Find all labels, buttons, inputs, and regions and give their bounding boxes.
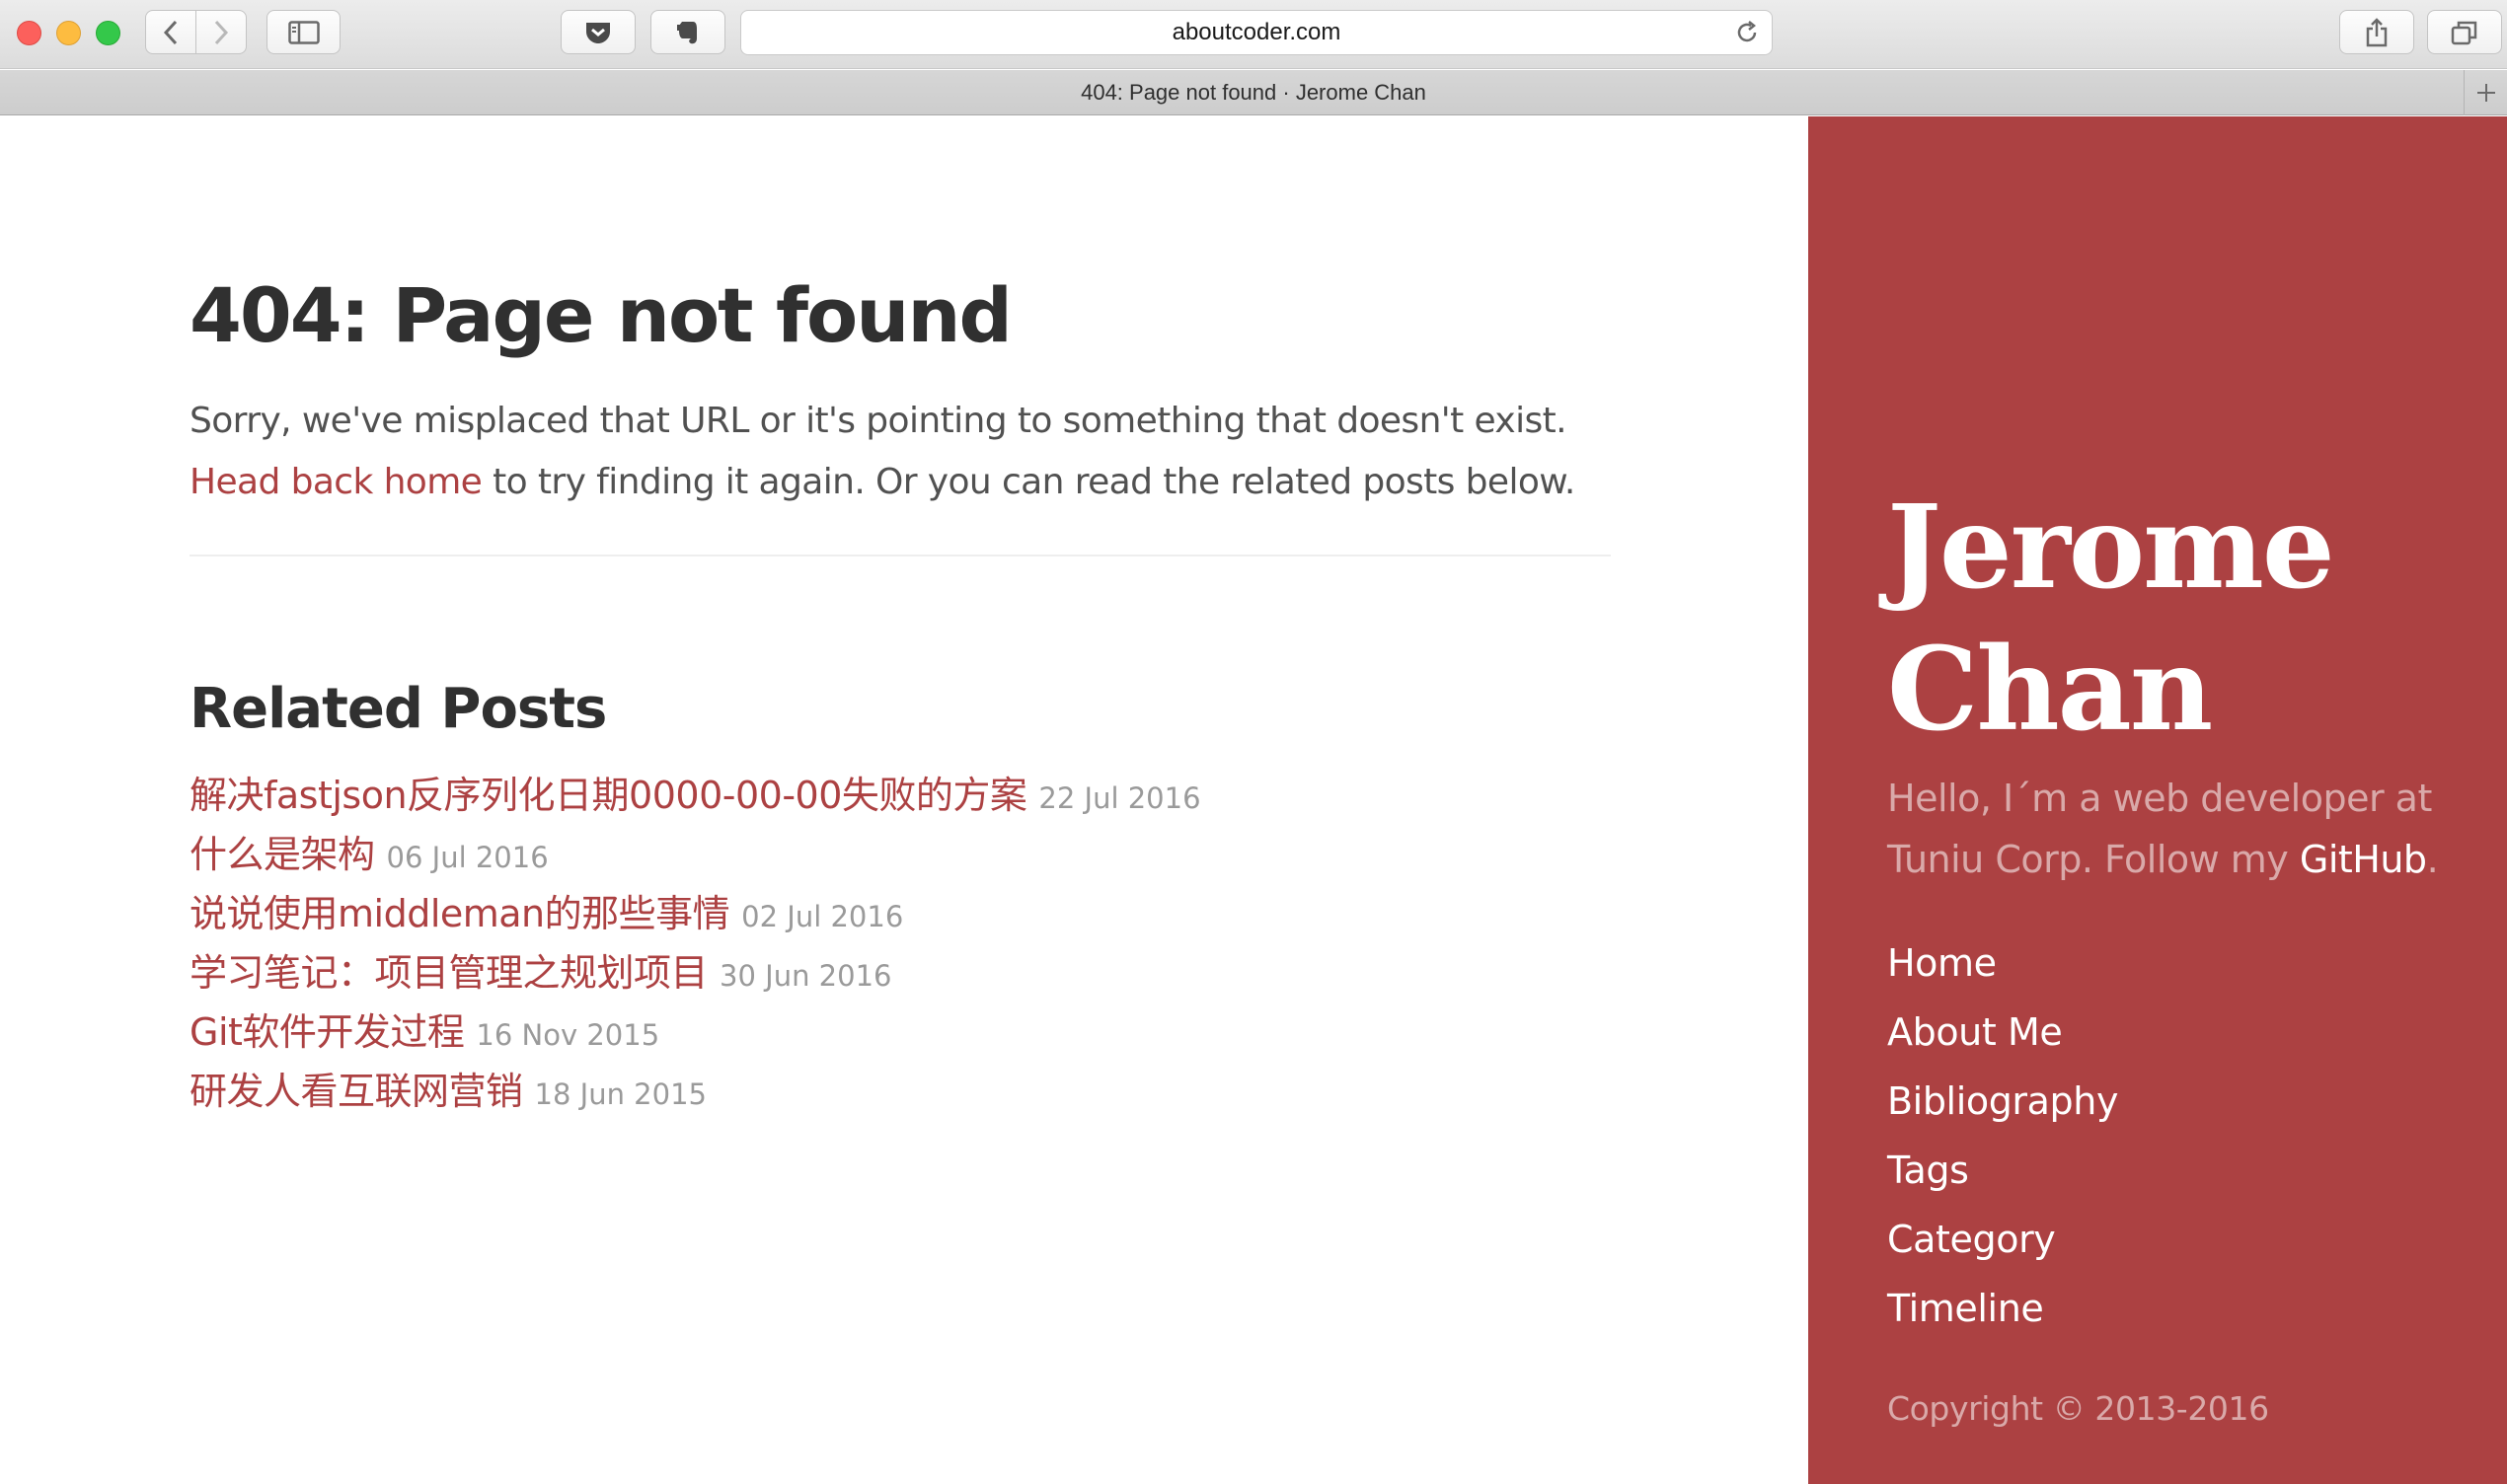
post-date: 02 Jul 2016 <box>741 900 904 933</box>
pocket-extension-button[interactable] <box>561 10 636 54</box>
back-button[interactable] <box>145 10 196 54</box>
sidebar-item-bibliography[interactable]: Bibliography <box>1887 1079 2118 1123</box>
site-title-line-1: Jerome <box>1887 481 2335 615</box>
post-date: 30 Jun 2016 <box>720 959 892 993</box>
sidebar-nav: Home About Me Bibliography Tags Category… <box>1887 928 2118 1343</box>
sidebar-item-tags[interactable]: Tags <box>1887 1149 1969 1192</box>
related-post-link[interactable]: 说说使用middleman的那些事情 <box>190 892 730 935</box>
list-item: 学习笔记：项目管理之规划项目 30 Jun 2016 <box>190 943 1201 1002</box>
related-posts-list: 解决fastjson反序列化日期0000-00-00失败的方案 22 Jul 20… <box>190 766 1201 1121</box>
related-post-link[interactable]: 研发人看互联网营销 <box>190 1070 523 1113</box>
show-tabs-button[interactable] <box>2427 10 2502 54</box>
related-post-link[interactable]: 学习笔记：项目管理之规划项目 <box>190 951 709 995</box>
sidebar-item-home[interactable]: Home <box>1887 941 1997 985</box>
list-item: 解决fastjson反序列化日期0000-00-00失败的方案 22 Jul 20… <box>190 766 1201 825</box>
page-content: 404: Page not found Sorry, we've misplac… <box>0 116 1808 1484</box>
list-item: 说说使用middleman的那些事情 02 Jul 2016 <box>190 884 1201 943</box>
copyright-text: Copyright © 2013-2016 <box>1887 1389 2269 1428</box>
post-date: 16 Nov 2015 <box>476 1018 660 1052</box>
evernote-extension-button[interactable] <box>650 10 725 54</box>
related-post-link[interactable]: 什么是架构 <box>190 833 375 876</box>
url-text: aboutcoder.com <box>1172 19 1341 45</box>
site-description-line-2: Tuniu Corp. Follow my GitHub. <box>1887 829 2479 890</box>
post-date: 22 Jul 2016 <box>1038 781 1201 815</box>
new-tab-button[interactable] <box>2464 70 2507 115</box>
site-description: Hello, I´m a web developer at Tuniu Corp… <box>1887 768 2479 890</box>
chevron-right-icon <box>214 20 229 44</box>
evernote-icon <box>677 21 697 43</box>
sidebar-item-timeline[interactable]: Timeline <box>1887 1287 2044 1330</box>
minimize-window-button[interactable] <box>56 21 81 45</box>
github-link[interactable]: GitHub <box>2300 838 2427 881</box>
tab-active-title[interactable]: 404: Page not found · Jerome Chan <box>1081 80 1426 106</box>
page-title: 404: Page not found <box>190 271 1013 359</box>
related-posts-heading: Related Posts <box>190 677 607 741</box>
browser-toolbar: aboutcoder.com <box>0 0 2507 69</box>
list-item: 研发人看互联网营销 18 Jun 2015 <box>190 1062 1201 1121</box>
sidebar: Jerome Chan Hello, I´m a web developer a… <box>1808 116 2507 1484</box>
pocket-icon <box>586 22 610 43</box>
site-description-line-1: Hello, I´m a web developer at <box>1887 777 2432 820</box>
sidebar-icon <box>287 20 320 44</box>
close-window-button[interactable] <box>17 21 41 45</box>
error-message: Sorry, we've misplaced that URL or it's … <box>190 391 1611 513</box>
post-date: 18 Jun 2015 <box>534 1077 707 1111</box>
list-item: 什么是架构 06 Jul 2016 <box>190 825 1201 884</box>
plus-icon <box>2476 84 2495 102</box>
sidebar-item-category[interactable]: Category <box>1887 1218 2056 1261</box>
sidebar-item-about-me[interactable]: About Me <box>1887 1010 2063 1054</box>
forward-button[interactable] <box>195 10 247 54</box>
head-back-home-link[interactable]: Head back home <box>190 462 483 502</box>
share-icon <box>2366 17 2388 46</box>
site-title[interactable]: Jerome Chan <box>1887 477 2335 761</box>
error-message-line-2: Head back home to try finding it again. … <box>190 452 1611 513</box>
error-message-line-2-rest: to try finding it again. Or you can read… <box>482 462 1575 502</box>
error-message-line-1: Sorry, we've misplaced that URL or it's … <box>190 401 1567 441</box>
list-item: Git软件开发过程 16 Nov 2015 <box>190 1002 1201 1062</box>
site-description-prefix: Tuniu Corp. Follow my <box>1887 838 2300 881</box>
share-button[interactable] <box>2339 10 2414 54</box>
tab-bar: 404: Page not found · Jerome Chan <box>0 70 2507 115</box>
reload-icon[interactable] <box>1734 20 1760 45</box>
address-bar[interactable]: aboutcoder.com <box>740 10 1773 55</box>
site-title-line-2: Chan <box>1887 623 2213 757</box>
tabs-icon <box>2451 21 2477 44</box>
sidebar-toggle-button[interactable] <box>266 10 341 54</box>
related-post-link[interactable]: 解决fastjson反序列化日期0000-00-00失败的方案 <box>190 774 1027 817</box>
zoom-window-button[interactable] <box>96 21 120 45</box>
post-date: 06 Jul 2016 <box>386 841 549 874</box>
chevron-left-icon <box>163 20 178 44</box>
divider <box>190 555 1611 556</box>
related-post-link[interactable]: Git软件开发过程 <box>190 1010 465 1054</box>
site-description-suffix: . <box>2426 838 2439 881</box>
